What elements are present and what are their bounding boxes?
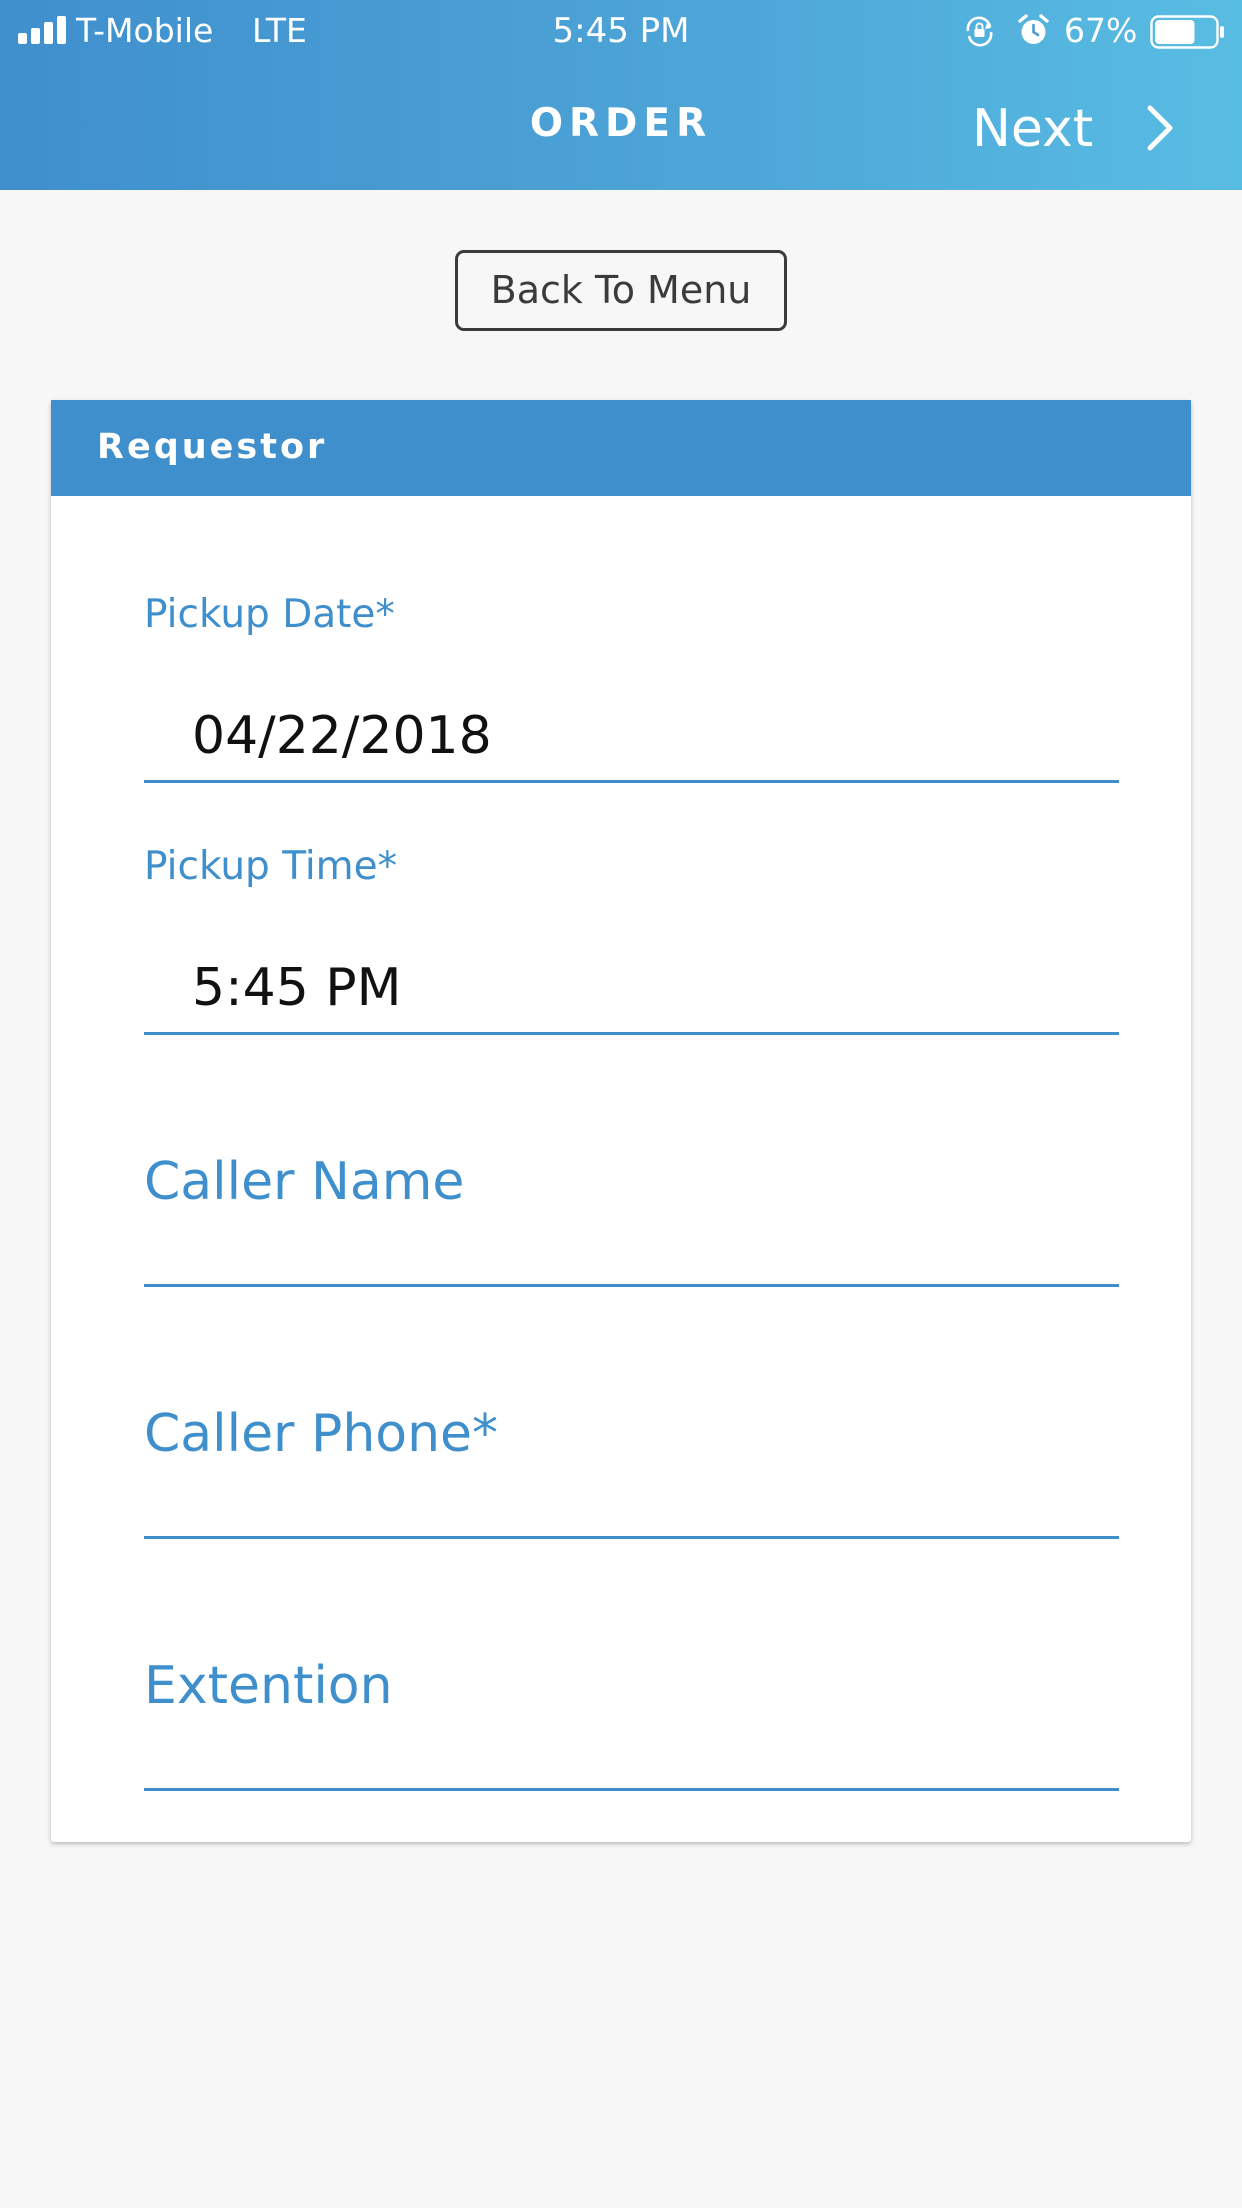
- pickup-date-underline: [144, 780, 1119, 783]
- caller-phone-underline: [144, 1536, 1119, 1539]
- order-screen: T-Mobile LTE 5:45 PM 67% ORDER Next Back…: [0, 0, 1242, 2208]
- card-header: Requestor: [51, 400, 1191, 496]
- caller-name-placeholder: Caller Name: [144, 1152, 465, 1212]
- alarm-icon: [1018, 14, 1049, 44]
- next-button-label: Next: [972, 99, 1094, 159]
- caller-phone-input[interactable]: Caller Phone*: [144, 1402, 1119, 1552]
- back-to-menu-button[interactable]: Back To Menu: [455, 250, 787, 331]
- app-header: T-Mobile LTE 5:45 PM 67% ORDER Next: [0, 0, 1242, 190]
- pickup-time-value: 5:45 PM: [192, 958, 402, 1018]
- caller-phone-placeholder: Caller Phone*: [144, 1404, 499, 1464]
- pickup-date-field[interactable]: Pickup Date* 04/22/2018: [144, 590, 1119, 795]
- pickup-date-label: Pickup Date*: [144, 592, 395, 637]
- requestor-card: Requestor Pickup Date* 04/22/2018 Pickup…: [51, 400, 1191, 1842]
- pickup-date-value: 04/22/2018: [192, 706, 492, 766]
- pickup-time-field[interactable]: Pickup Time* 5:45 PM: [144, 842, 1119, 1047]
- card-title: Requestor: [97, 427, 328, 467]
- battery-percentage: 67%: [1064, 11, 1138, 50]
- extension-input[interactable]: Extention: [144, 1654, 1119, 1804]
- rotation-lock-icon: [966, 16, 993, 47]
- caller-name-input[interactable]: Caller Name: [144, 1150, 1119, 1300]
- pickup-time-label: Pickup Time*: [144, 844, 398, 889]
- pickup-time-underline: [144, 1032, 1119, 1035]
- battery-level-fill: [1155, 20, 1195, 44]
- battery-icon: [1150, 15, 1224, 49]
- chevron-right-icon: [1147, 105, 1173, 151]
- status-bar: T-Mobile LTE 5:45 PM 67%: [0, 0, 1242, 62]
- extension-placeholder: Extention: [144, 1656, 393, 1716]
- caller-name-underline: [144, 1284, 1119, 1287]
- status-time: 5:45 PM: [552, 11, 690, 51]
- extension-underline: [144, 1788, 1119, 1791]
- next-button[interactable]: Next: [960, 92, 1190, 164]
